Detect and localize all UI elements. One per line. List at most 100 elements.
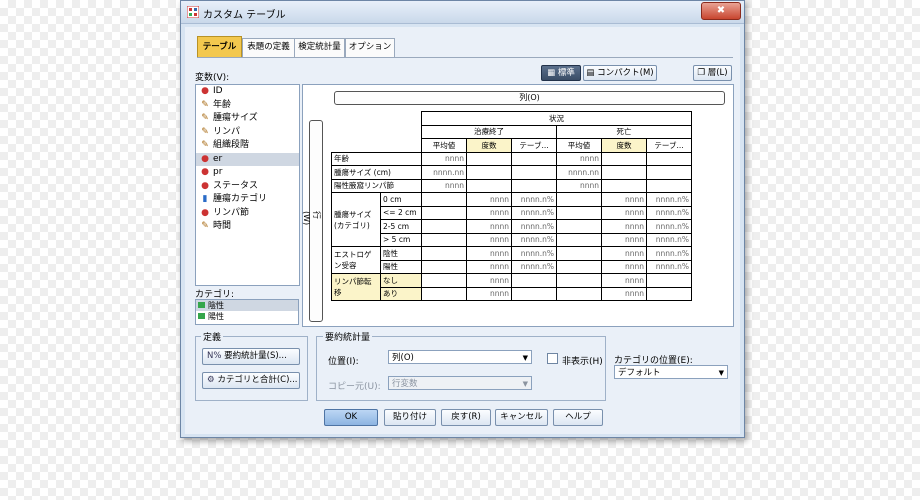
category-item[interactable]: 陽性 <box>196 311 298 322</box>
nominal-icon: ● <box>201 153 209 164</box>
summary-statistics-button[interactable]: N% 要約統計量(S)... <box>202 348 300 365</box>
table-canvas[interactable]: 列(O) 行(W) 状況 治療終了 死亡 平均値 度数 テーブ... 平均値 度数 テーブ...… <box>302 84 734 327</box>
table-cell <box>646 273 692 288</box>
table-cell: nnnn <box>556 178 602 193</box>
row-header: 陽性腋窩リンパ節 <box>331 178 422 193</box>
variable-item[interactable]: ✎ リンパ <box>196 126 299 140</box>
table-cell <box>421 259 467 274</box>
categories-list[interactable]: 陰性 陽性 <box>195 299 299 325</box>
paste-button[interactable]: 貼り付け <box>384 409 436 426</box>
definition-frame <box>195 336 308 401</box>
ok-button[interactable]: OK <box>324 409 378 426</box>
table-cell <box>601 151 647 166</box>
hide-label: 非表示(H) <box>562 357 603 367</box>
chevron-down-icon: ▼ <box>522 354 528 362</box>
variable-item[interactable]: ✎ 腫瘍サイズ <box>196 112 299 126</box>
scale-icon: ✎ <box>201 126 209 137</box>
table-cell: nnnn.n% <box>511 232 557 247</box>
column-header-group: 死亡 <box>556 124 692 139</box>
row-drop-label: 行(W) <box>302 211 321 226</box>
table-cell: nnnn.n% <box>646 219 692 234</box>
table-cell: nnnn.nn <box>421 165 467 180</box>
layer-icon: ❐ <box>697 68 708 78</box>
tab-divider <box>197 57 733 58</box>
table-cell: nnnn <box>601 192 647 207</box>
window-title: カスタム テーブル <box>203 10 286 21</box>
app-icon <box>187 6 199 18</box>
category-position-select[interactable]: デフォルト ▼ <box>614 365 728 379</box>
table-cell: nnnn <box>601 219 647 234</box>
variable-item[interactable]: ● リンパ節 <box>196 207 299 221</box>
layer-button[interactable]: ❐ 層(L) <box>693 65 732 81</box>
table-cell <box>556 259 602 274</box>
variable-item[interactable]: ● ID <box>196 85 299 99</box>
summary-statistics-title: 要約統計量 <box>323 330 373 343</box>
table-cell <box>511 165 557 180</box>
table-cell: nnnn <box>601 205 647 220</box>
corner-cell <box>332 125 422 139</box>
table-cell: nnnn <box>601 232 647 247</box>
table-cell <box>646 178 692 193</box>
close-button[interactable]: ✖ <box>701 2 741 20</box>
row-category: > 5 cm <box>380 232 422 247</box>
variable-item[interactable]: ▮ 腫瘍カテゴリ <box>196 193 299 207</box>
table-cell: nnnn <box>466 273 512 288</box>
source-label: コピー元(U): <box>328 382 381 392</box>
column-header-group: 治療終了 <box>421 124 557 139</box>
variable-name: 腫瘍サイズ <box>213 113 258 123</box>
source-value: 行変数 <box>392 379 418 389</box>
reset-button[interactable]: 戻す(R) <box>441 409 491 426</box>
variable-item[interactable]: ● ステータス <box>196 180 299 194</box>
tab-table[interactable]: テーブル <box>197 36 242 58</box>
variable-item[interactable]: ✎ 時間 <box>196 220 299 234</box>
row-drop-zone[interactable]: 行(W) <box>302 120 323 322</box>
table-cell <box>511 286 557 301</box>
source-select[interactable]: 行変数 ▼ <box>388 376 532 390</box>
tab-titles[interactable]: 表題の定義 <box>242 38 295 57</box>
table-cell <box>646 286 692 301</box>
scale-icon: ✎ <box>201 99 209 110</box>
table-cell <box>556 246 602 261</box>
table-cell: nnnn <box>466 232 512 247</box>
variable-item[interactable]: ✎ 組織段階 <box>196 139 299 153</box>
position-select[interactable]: 列(O) ▼ <box>388 350 532 364</box>
row-category: 2-5 cm <box>380 219 422 234</box>
scale-icon: ✎ <box>201 221 209 231</box>
chevron-down-icon: ▼ <box>522 380 528 388</box>
row-group-header: 腫瘍サイズ (カテゴリ) <box>331 192 381 247</box>
table-cell <box>601 178 647 193</box>
position-value: 列(O) <box>392 353 414 363</box>
row-header: 腫瘍サイズ (cm) <box>331 165 422 180</box>
normal-view-button[interactable]: ▦ 標準 <box>541 65 581 81</box>
category-position-value: デフォルト <box>618 368 661 378</box>
column-header-status: 状況 <box>421 111 692 126</box>
compact-view-button[interactable]: ▤ コンパクト(M) <box>583 65 657 81</box>
cancel-button[interactable]: キャンセル <box>495 409 548 426</box>
variable-name: pr <box>213 167 223 177</box>
variables-list[interactable]: ● ID ✎ 年齢 ✎ 腫瘍サイズ ✎ リンパ ✎ 組織段階 ● er ● pr ● ステータス ▮ 腫瘍カテゴリ… <box>195 84 300 286</box>
category-label: 陽性 <box>208 312 224 321</box>
table-cell: nnnn.n% <box>511 246 557 261</box>
tab-test-statistics[interactable]: 検定統計量 <box>294 38 345 57</box>
variable-item[interactable]: ● er <box>196 152 299 166</box>
tab-options[interactable]: オプション <box>345 38 395 57</box>
table-cell <box>556 219 602 234</box>
row-category: なし <box>380 273 422 288</box>
normal-view-icon: ▦ <box>547 68 558 78</box>
table-cell: nnnn <box>466 286 512 301</box>
table-cell <box>511 273 557 288</box>
table-cell <box>466 151 512 166</box>
column-drop-zone[interactable]: 列(O) <box>334 91 725 105</box>
variable-name: ステータス <box>213 180 259 191</box>
variable-name: リンパ節 <box>213 207 250 218</box>
variable-item[interactable]: ✎ 年齢 <box>196 99 299 113</box>
help-button[interactable]: ヘルプ <box>553 409 603 426</box>
category-item[interactable]: 陰性 <box>196 300 298 311</box>
variable-item[interactable]: ● pr <box>196 166 299 180</box>
hide-checkbox[interactable] <box>547 353 558 364</box>
categories-totals-button[interactable]: ⚙ カテゴリと合計(C)... <box>202 372 300 389</box>
table-cell: nnnn.n% <box>646 192 692 207</box>
title-bar: カスタム テーブル ✖ <box>181 1 744 24</box>
table-cell <box>646 151 692 166</box>
column-header-stat: テーブ... <box>511 138 557 153</box>
